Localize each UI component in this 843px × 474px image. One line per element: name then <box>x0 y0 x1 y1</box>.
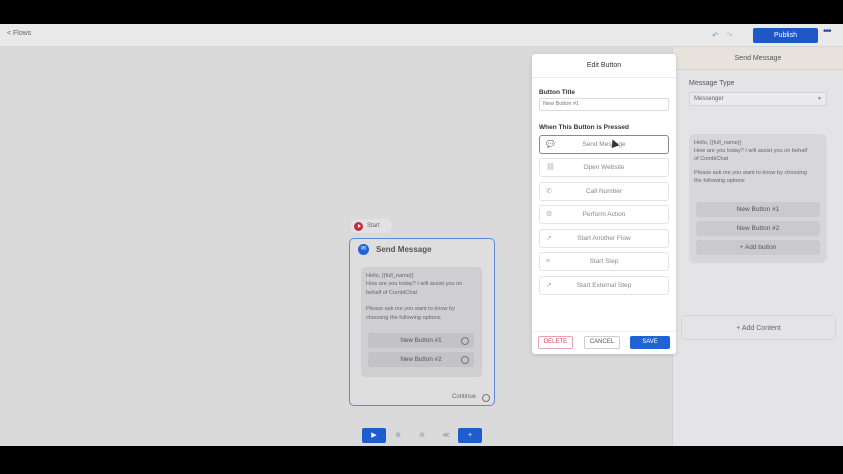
play-button[interactable]: ▶ <box>362 428 386 443</box>
more-icon[interactable]: ••• <box>823 26 831 37</box>
node-message-line: How are you today? I will assist you on <box>366 281 463 288</box>
node-message-line: Please ask me you want to know by <box>366 306 455 313</box>
add-button-button[interactable]: + Add button <box>696 240 820 255</box>
button-title-label: Button Title <box>539 89 575 96</box>
message-type-select[interactable]: Messenger ▼ <box>689 92 827 106</box>
app-frame: < Flows ↶ ↷ Publish ••• Start ✉ Send Mes… <box>0 24 843 446</box>
rp-message-line: the following options <box>694 178 745 184</box>
option-label: Send Message <box>582 141 626 148</box>
option-label: Open Website <box>583 164 625 171</box>
topbar: < Flows ↶ ↷ Publish ••• <box>0 24 843 47</box>
redo-icon[interactable]: ↷ <box>726 31 733 40</box>
modal-footer-divider <box>532 331 676 332</box>
zoom-in-icon: ⊕ <box>395 432 401 439</box>
node-message-line: behalf of CombiChat <box>366 289 417 296</box>
option-call-number[interactable]: ✆ Call Number <box>539 182 669 201</box>
play-icon <box>354 221 363 231</box>
save-button[interactable]: SAVE <box>630 336 670 349</box>
node-title: Send Message <box>376 245 432 254</box>
when-pressed-label: When This Button is Pressed <box>539 124 629 131</box>
option-label: Start External Step <box>576 282 632 289</box>
node-message-line <box>366 297 478 305</box>
edit-button-modal: Edit Button Button Title New Button #1 W… <box>532 54 676 354</box>
zoom-out-button[interactable]: ⊖ <box>410 428 434 443</box>
modal-divider <box>532 77 676 78</box>
connector-circle-icon[interactable] <box>461 355 469 364</box>
back-to-flows-link[interactable]: < Flows <box>7 30 31 37</box>
node-message-line: choosing the following options <box>366 314 441 321</box>
option-perform-action[interactable]: ⚙ Perform Action <box>539 205 669 224</box>
rp-message-line: How are you today? I will assist you on … <box>694 148 808 154</box>
phone-icon: ✆ <box>546 188 552 195</box>
right-panel-header: Send Message <box>673 47 843 70</box>
undo-icon[interactable]: ↶ <box>712 31 719 40</box>
option-start-step[interactable]: ≡ Start Step <box>539 252 669 271</box>
button-title-input[interactable]: New Button #1 <box>539 98 669 111</box>
start-node[interactable]: Start <box>350 219 392 233</box>
rp-message-line: Please ask me you want to know by choosi… <box>694 170 807 176</box>
external-icon: ↗ <box>546 235 552 242</box>
right-panel: Send Message Message Type Messenger ▼ He… <box>672 47 843 446</box>
publish-button[interactable]: Publish <box>753 28 818 43</box>
option-open-website[interactable]: ⛓ Open Website <box>539 158 669 177</box>
option-label: Call Number <box>585 188 623 195</box>
zoom-in-button[interactable]: ⊕ <box>386 428 410 443</box>
right-panel-message-text: Hello, {{full_name}} How are you today? … <box>694 139 822 185</box>
rp-button-1[interactable]: New Button #1 <box>696 202 820 217</box>
node-message-card: Hello, {{full_name}} How are you today? … <box>361 267 482 377</box>
option-start-external-step[interactable]: ↗ Start External Step <box>539 276 669 295</box>
step-icon: ≡ <box>546 258 551 265</box>
external-icon: ↗ <box>546 282 552 289</box>
rp-button-2[interactable]: New Button #2 <box>696 221 820 236</box>
add-content-button[interactable]: + Add Content <box>681 315 836 340</box>
node-message-text: Hello, {{full_name}} How are you today? … <box>366 272 478 322</box>
share-button[interactable]: ≪ <box>434 428 458 443</box>
option-start-another-flow[interactable]: ↗ Start Another Flow <box>539 229 669 248</box>
link-icon: ⛓ <box>546 164 555 171</box>
rp-message-line: Hello, {{full_name}} <box>694 140 742 146</box>
node-message-line: Hello, {{full_name}} <box>366 273 414 279</box>
continue-connector-icon[interactable] <box>482 394 490 402</box>
option-label: Start Another Flow <box>577 235 631 242</box>
zoom-out-icon: ⊖ <box>419 432 425 439</box>
send-message-node[interactable]: ✉ Send Message Hello, {{full_name}} How … <box>349 238 495 406</box>
option-label: Start Step <box>589 258 619 265</box>
connector-circle-icon[interactable] <box>461 336 469 345</box>
node-button-label: New Button #1 <box>400 337 442 344</box>
continue-label: Continue <box>452 394 477 400</box>
modal-title: Edit Button <box>586 62 622 69</box>
delete-button[interactable]: DELETE <box>538 336 573 349</box>
messenger-icon: ✉ <box>358 244 369 255</box>
message-type-label: Message Type <box>689 80 735 87</box>
node-button-label: New Button #2 <box>400 356 442 363</box>
option-send-message[interactable]: 💬 Send Message <box>539 135 669 154</box>
add-node-button[interactable]: + <box>458 428 482 443</box>
node-button-1[interactable]: New Button #1 <box>368 333 474 348</box>
chat-icon: 💬 <box>546 141 555 148</box>
share-icon: ≪ <box>442 432 450 439</box>
gear-icon: ⚙ <box>546 211 553 218</box>
option-label: Perform Action <box>582 211 626 218</box>
right-panel-message-card[interactable]: Hello, {{full_name}} How are you today? … <box>689 134 827 263</box>
start-label: Start <box>367 223 380 229</box>
message-type-value: Messenger <box>694 96 724 102</box>
play-icon: ▶ <box>371 432 377 439</box>
chevron-down-icon: ▼ <box>817 96 822 102</box>
node-button-2[interactable]: New Button #2 <box>368 352 474 367</box>
cancel-button[interactable]: CANCEL <box>584 336 620 349</box>
rp-message-line: of CombiChat <box>694 156 729 162</box>
